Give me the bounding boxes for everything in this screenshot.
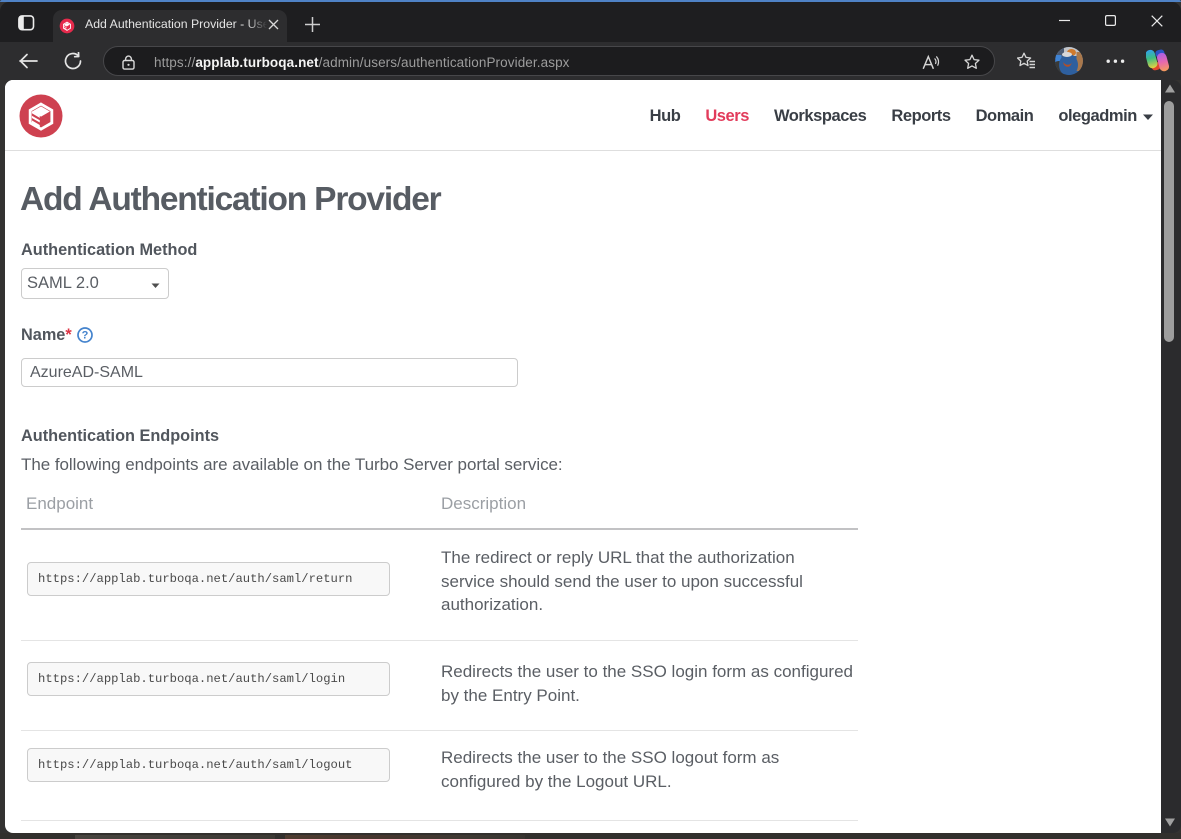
svg-text:?: ? [82, 329, 89, 341]
